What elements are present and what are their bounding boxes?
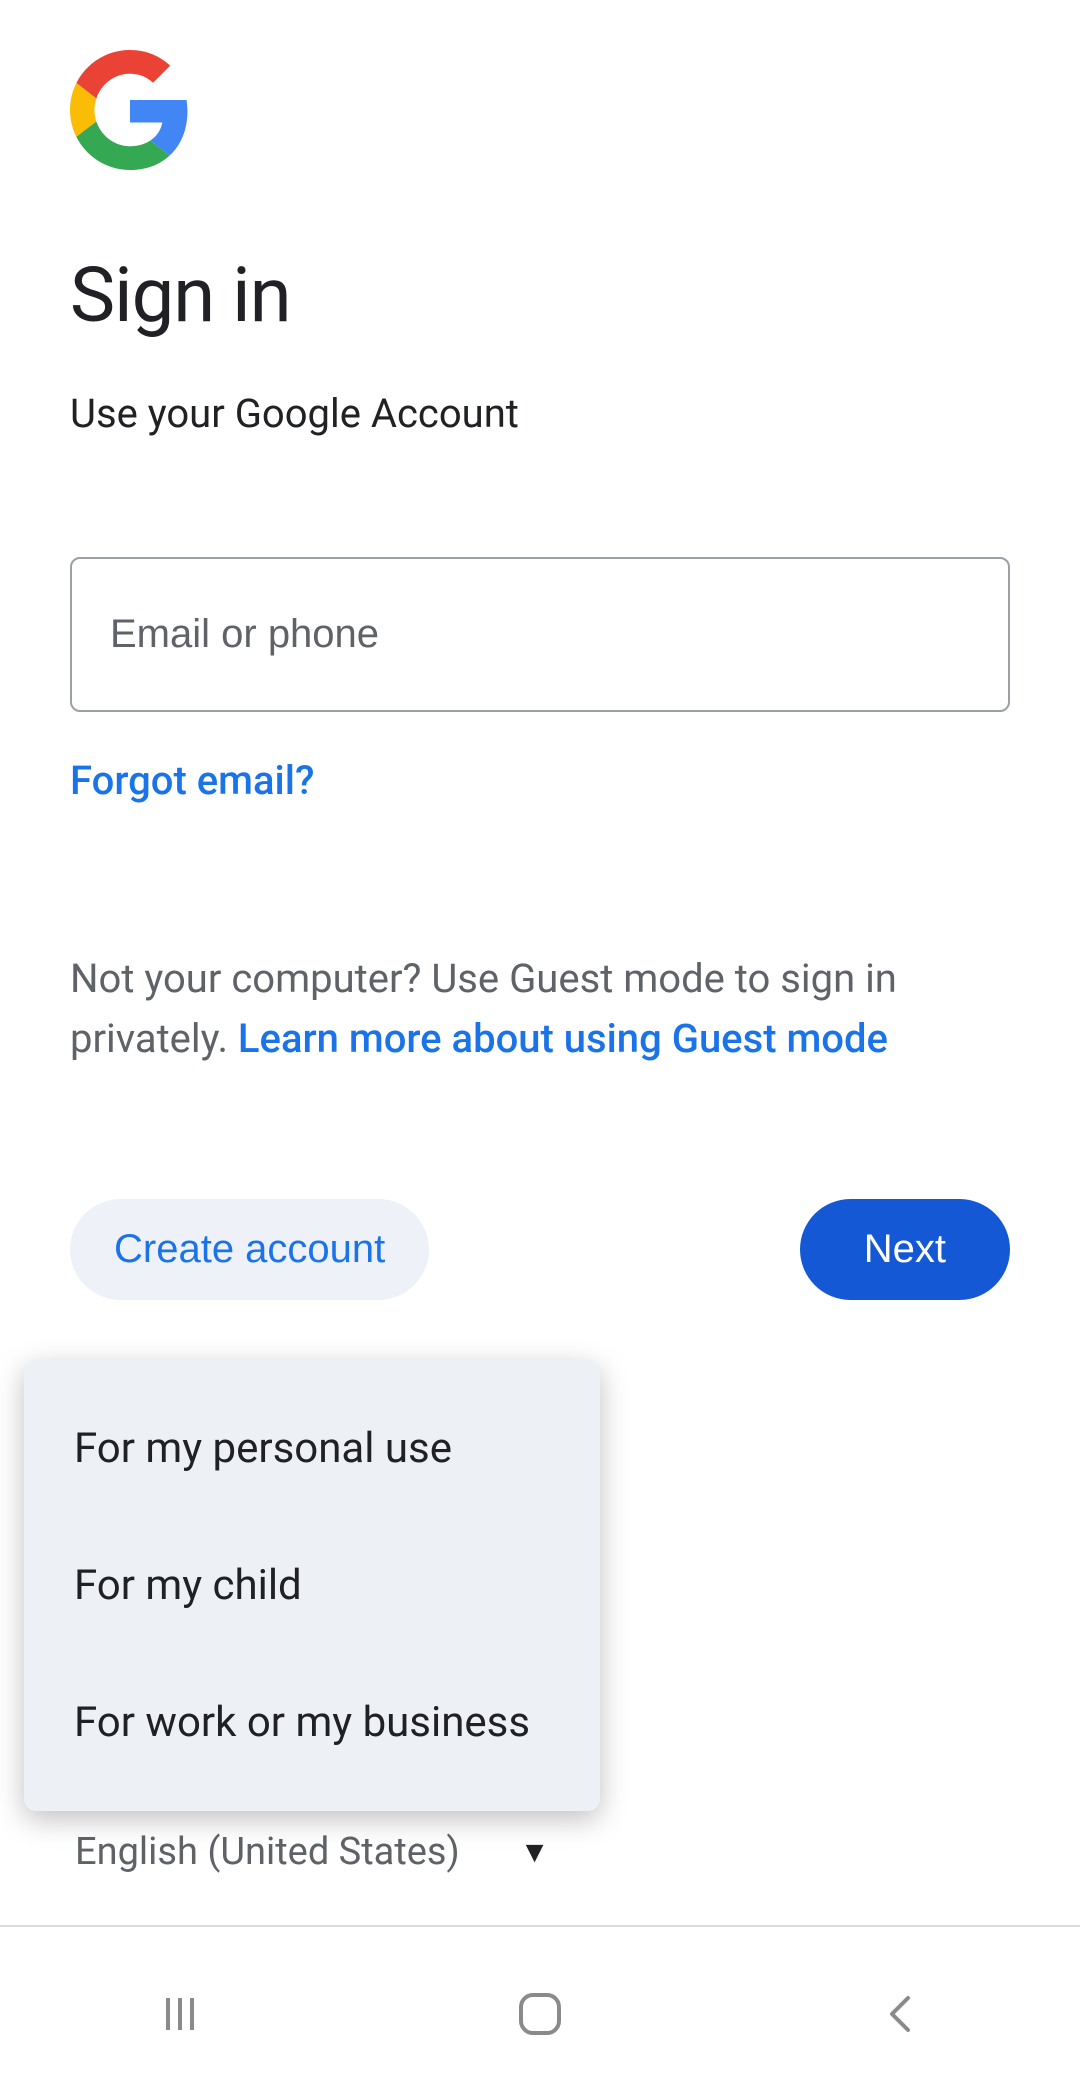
guest-mode-link[interactable]: Learn more about using Guest mode bbox=[238, 1015, 888, 1062]
page-subtitle: Use your Google Account bbox=[70, 390, 1010, 437]
dropdown-item-child[interactable]: For my child bbox=[24, 1517, 600, 1654]
create-account-button[interactable]: Create account bbox=[70, 1199, 429, 1300]
language-label: English (United States) bbox=[75, 1830, 460, 1874]
page-title: Sign in bbox=[70, 250, 1010, 340]
dropdown-item-business[interactable]: For work or my business bbox=[24, 1654, 600, 1791]
dropdown-item-personal[interactable]: For my personal use bbox=[24, 1380, 600, 1517]
language-selector[interactable]: English (United States) ▼ bbox=[75, 1830, 549, 1874]
android-nav-bar bbox=[0, 1925, 1080, 2100]
back-icon[interactable] bbox=[870, 1984, 930, 2044]
next-button[interactable]: Next bbox=[800, 1199, 1010, 1300]
home-icon[interactable] bbox=[510, 1984, 570, 2044]
email-phone-input[interactable] bbox=[70, 557, 1010, 712]
guest-mode-text: Not your computer? Use Guest mode to sig… bbox=[70, 949, 1010, 1069]
google-logo-icon bbox=[70, 50, 190, 170]
chevron-down-icon: ▼ bbox=[520, 1835, 550, 1870]
forgot-email-link[interactable]: Forgot email? bbox=[70, 757, 314, 804]
recents-icon[interactable] bbox=[150, 1984, 210, 2044]
create-account-dropdown: For my personal use For my child For wor… bbox=[24, 1360, 600, 1811]
